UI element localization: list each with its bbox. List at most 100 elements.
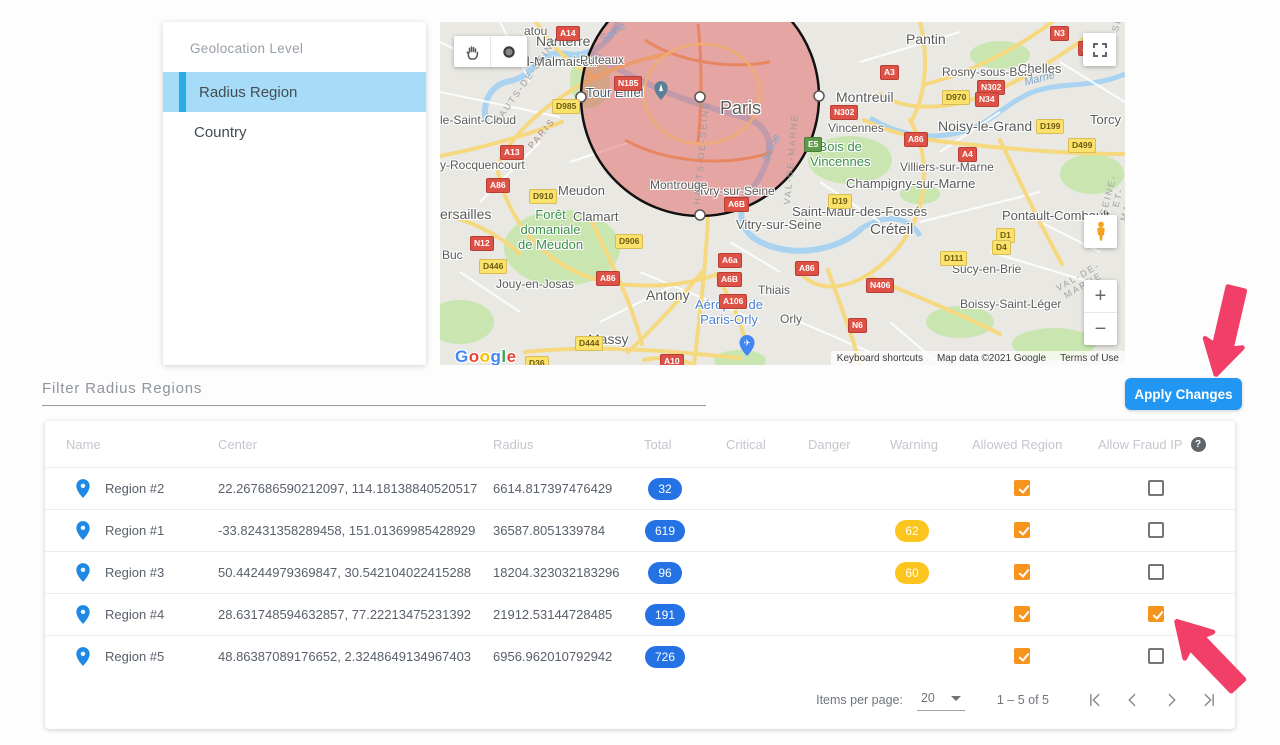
next-page-button[interactable] [1159, 688, 1183, 712]
road-badge: A4 [958, 147, 977, 162]
filter-field [42, 376, 706, 406]
table-header: Name Center Radius Total Critical Danger… [45, 421, 1235, 467]
first-page-button[interactable] [1083, 688, 1107, 712]
warning-cell: 60 [876, 552, 948, 593]
map-label: Vincennes [828, 122, 884, 136]
terms-of-use-link[interactable]: Terms of Use [1060, 353, 1119, 364]
column-header-total: Total [644, 421, 671, 467]
keyboard-shortcuts-link[interactable]: Keyboard shortcuts [837, 353, 923, 364]
map-label: Créteil [870, 221, 913, 238]
map-label: Champigny-sur-Marne [846, 177, 975, 192]
location-pin-icon [75, 478, 91, 499]
map-label: ersailles [440, 206, 491, 222]
region-center: -33.82431358289458, 151.01369985428929 [218, 510, 475, 551]
svg-text:✈: ✈ [744, 339, 751, 348]
total-badge: 619 [645, 520, 685, 542]
road-badge: A6a [718, 253, 742, 268]
chevron-down-icon [951, 696, 961, 701]
map-label: Noisy-le-Grand [938, 118, 1032, 134]
region-pin [75, 594, 91, 635]
total-badge: 96 [648, 562, 682, 584]
road-badge: D111 [940, 251, 967, 266]
sidebar-item-country[interactable]: Country [163, 112, 426, 152]
allowed-region-checkbox[interactable] [1014, 606, 1030, 622]
road-badge: N3 [1050, 26, 1069, 41]
page-range-label: 1 – 5 of 5 [997, 693, 1049, 707]
road-badge: A10 [660, 354, 684, 365]
total-cell: 96 [629, 552, 701, 593]
road-badge: D36 [525, 356, 549, 365]
map-zoom-control: + − [1084, 280, 1117, 345]
first-page-icon [1085, 690, 1105, 710]
page: Geolocation Level Radius Region Country [0, 0, 1280, 745]
road-badge: D906 [615, 234, 643, 249]
sidebar-item-label: Radius Region [199, 84, 297, 101]
total-badge: 726 [645, 646, 685, 668]
zoom-out-button[interactable]: − [1084, 313, 1117, 345]
map-label: Jouy-en-Josas [496, 278, 574, 292]
warning-cell [876, 468, 948, 509]
road-badge: A14 [556, 26, 580, 41]
road-badge: D444 [575, 336, 603, 351]
fullscreen-button[interactable] [1083, 33, 1116, 66]
allow-fraud-ip-checkbox[interactable] [1148, 480, 1164, 496]
pan-hand-tool-button[interactable] [454, 36, 490, 67]
road-badge: A13 [500, 145, 524, 160]
zoom-in-button[interactable]: + [1084, 280, 1117, 313]
road-badge: N34 [975, 92, 999, 107]
region-name: Region #3 [105, 552, 164, 593]
regions-table: Name Center Radius Total Critical Danger… [45, 421, 1235, 729]
road-badge: N185 [614, 76, 642, 91]
apply-changes-button[interactable]: Apply Changes [1125, 378, 1242, 410]
total-cell: 191 [629, 594, 701, 635]
region-pin [75, 552, 91, 593]
allow-fraud-ip-checkbox[interactable] [1148, 648, 1164, 664]
warning-cell [876, 594, 948, 635]
table-row: Region #428.631748594632857, 77.22213475… [45, 593, 1235, 635]
map-label: Puteaux [580, 54, 624, 68]
allow-fraud-ip-checkbox[interactable] [1148, 522, 1164, 538]
street-view-pegman-button[interactable] [1084, 215, 1117, 248]
map-canvas[interactable]: atouNanterreRueil-MalmaisonPuteauxPantin… [440, 22, 1125, 365]
table-row: Region #548.86387089176652, 2.3248649134… [45, 635, 1235, 677]
column-header-critical: Critical [726, 421, 766, 467]
airport-poi-icon: ✈ [738, 334, 756, 357]
paginator: Items per page: 20 1 – 5 of 5 [816, 672, 1221, 728]
map-label: Buc [442, 249, 463, 263]
road-badge: A3 [880, 65, 899, 80]
annotation-arrow-apply [1189, 277, 1265, 383]
column-header-name: Name [66, 421, 101, 467]
hand-icon [464, 44, 480, 60]
previous-page-button[interactable] [1121, 688, 1145, 712]
warning-cell: 62 [876, 510, 948, 551]
road-badge: A86 [486, 178, 510, 193]
items-per-page-select[interactable]: 20 [917, 689, 965, 711]
filter-radius-regions-input[interactable] [42, 376, 706, 406]
items-per-page-label: Items per page: [816, 693, 903, 707]
allowed-region-checkbox[interactable] [1014, 648, 1030, 664]
road-badge: A86 [795, 261, 819, 276]
help-icon[interactable]: ? [1191, 437, 1206, 452]
map-data-label: Map data ©2021 Google [937, 353, 1046, 364]
sidebar-item-radius-region[interactable]: Radius Region [163, 72, 426, 112]
region-pin [75, 468, 91, 509]
region-name: Region #1 [105, 510, 164, 551]
fullscreen-icon [1092, 42, 1108, 58]
allowed-region-checkbox[interactable] [1014, 564, 1030, 580]
region-radius: 18204.323032183296 [493, 552, 620, 593]
pegman-icon [1092, 221, 1110, 243]
column-header-radius: Radius [493, 421, 533, 467]
road-badge: A6B [724, 197, 749, 212]
allow-fraud-ip-checkbox[interactable] [1148, 564, 1164, 580]
draw-circle-tool-button[interactable] [490, 36, 527, 67]
total-cell: 619 [629, 510, 701, 551]
allow-fraud-ip-checkbox[interactable] [1148, 606, 1164, 622]
map-label: Meudon [558, 184, 605, 199]
panel-title: Geolocation Level [190, 41, 303, 56]
allowed-region-checkbox[interactable] [1014, 480, 1030, 496]
table-row: Region #1 -33.82431358289458, 151.0136998… [45, 509, 1235, 551]
road-badge: D970 [942, 90, 970, 105]
items-per-page-value: 20 [921, 691, 935, 705]
allowed-region-checkbox[interactable] [1014, 522, 1030, 538]
tour-eiffel-poi-icon [653, 80, 669, 101]
